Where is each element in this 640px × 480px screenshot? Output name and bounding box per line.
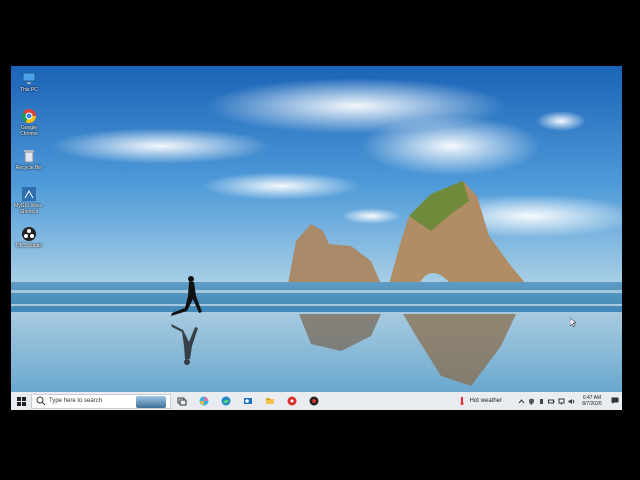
tray-icon-battery[interactable] <box>546 392 556 410</box>
mouse-cursor-icon <box>570 318 576 327</box>
search-placeholder: Type here to search <box>49 398 103 404</box>
desktop-icon-label: OBS Studio <box>15 243 43 249</box>
search-icon <box>36 396 46 406</box>
usb-icon <box>539 398 543 404</box>
outlook-button[interactable] <box>237 392 259 410</box>
edge-button[interactable] <box>215 392 237 410</box>
chevron-up-icon <box>518 398 524 403</box>
desktop-icon-label: Recycle Bin <box>15 165 43 171</box>
tray-icon-volume[interactable] <box>566 392 576 410</box>
show-hidden-icons-button[interactable] <box>516 392 526 410</box>
notification-icon <box>611 397 619 404</box>
obs-icon <box>22 227 36 241</box>
taskbar-search-box[interactable]: Type here to search <box>31 393 171 409</box>
system-tray: Hot weather 6:47 AM 8/7/2026 <box>459 392 622 410</box>
file-explorer-icon <box>266 398 274 404</box>
task-view-button[interactable] <box>171 392 193 410</box>
outlook-icon <box>244 398 252 404</box>
shortcut-app-icon <box>22 187 36 201</box>
weather-text: Hot weather <box>469 398 502 404</box>
tray-icon-security[interactable] <box>526 392 536 410</box>
desktop-wallpaper <box>11 66 622 392</box>
edge-icon <box>221 396 231 406</box>
tray-icon-network[interactable] <box>556 392 566 410</box>
search-highlight-thumbnail <box>136 395 166 408</box>
copilot-icon <box>199 396 209 406</box>
network-icon <box>558 398 564 404</box>
desktop-icon-label: MyGIS Wea - Shortcut <box>14 203 44 215</box>
recycle-bin-icon <box>24 150 34 163</box>
windows-logo-icon <box>16 396 26 406</box>
tray-icon-usb[interactable] <box>536 392 546 410</box>
clock[interactable]: 6:47 AM 8/7/2026 <box>579 395 605 407</box>
file-explorer-button[interactable] <box>259 392 281 410</box>
app-obs-button[interactable] <box>303 392 325 410</box>
desktop-icon-google-chrome[interactable]: Google Chrome <box>13 108 45 137</box>
desktop-icon-shortcut[interactable]: MyGIS Wea - Shortcut <box>13 186 45 215</box>
task-view-icon <box>177 397 187 406</box>
shield-icon <box>528 398 534 405</box>
desktop-icon-label: Google Chrome <box>20 125 38 137</box>
copilot-button[interactable] <box>193 392 215 410</box>
thermometer-icon <box>460 397 464 405</box>
desktop-icon-this-pc[interactable]: This PC <box>13 70 45 93</box>
this-pc-icon <box>22 72 36 84</box>
chrome-icon <box>21 109 36 123</box>
start-button[interactable] <box>11 392 31 410</box>
app-red-button[interactable] <box>281 392 303 410</box>
desktop-icon-obs-studio[interactable]: OBS Studio <box>13 226 45 249</box>
clock-date: 8/7/2026 <box>582 401 602 407</box>
speaker-icon <box>568 398 574 404</box>
taskbar: Type here to search Hot weather 6:47 AM … <box>11 392 622 410</box>
notification-center-button[interactable] <box>608 392 622 410</box>
desktop-icon-label: This PC <box>20 87 38 93</box>
battery-icon <box>547 399 554 403</box>
desktop-screen: This PC Google Chrome Recycle Bin MyGIS … <box>11 66 622 410</box>
app-obs-icon <box>309 396 319 406</box>
desktop-icon-recycle-bin[interactable]: Recycle Bin <box>13 148 45 171</box>
app-red-icon <box>287 396 297 406</box>
weather-widget[interactable]: Hot weather <box>459 397 502 405</box>
